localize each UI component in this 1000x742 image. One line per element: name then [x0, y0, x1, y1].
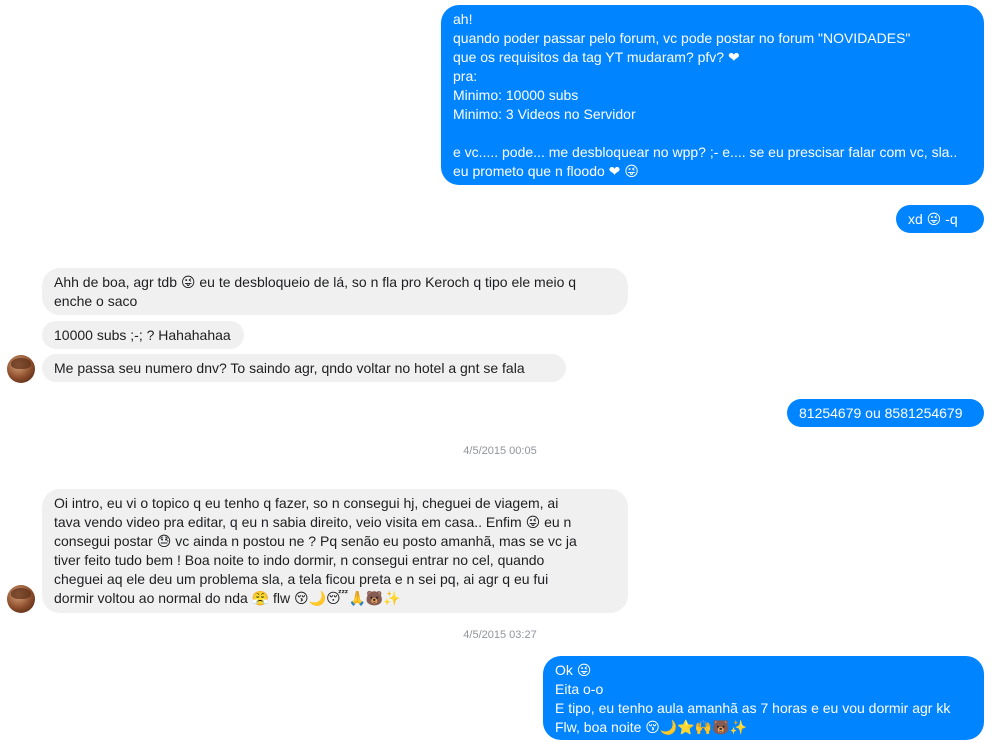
message-outgoing: ah! quando poder passar pelo forum, vc p… — [441, 5, 984, 185]
message-incoming: Ahh de boa, agr tdb 😜 eu te desbloqueio … — [42, 268, 628, 315]
message-outgoing: Ok 😜 Eita o-o E tipo, eu tenho aula aman… — [543, 656, 984, 740]
contact-avatar[interactable] — [7, 355, 35, 383]
message-outgoing: xd 😜 -q — [896, 205, 984, 233]
contact-avatar[interactable] — [7, 585, 35, 613]
timestamp: 4/5/2015 00:05 — [463, 445, 537, 457]
message-incoming: Oi intro, eu vi o topico q eu tenho q fa… — [42, 489, 628, 613]
message-incoming: Me passa seu numero dnv? To saindo agr, … — [42, 354, 566, 382]
timestamp: 4/5/2015 03:27 — [463, 629, 537, 641]
message-incoming: 10000 subs ;-; ? Hahahahaa — [42, 321, 244, 349]
message-outgoing: 81254679 ou 8581254679 — [787, 399, 984, 427]
